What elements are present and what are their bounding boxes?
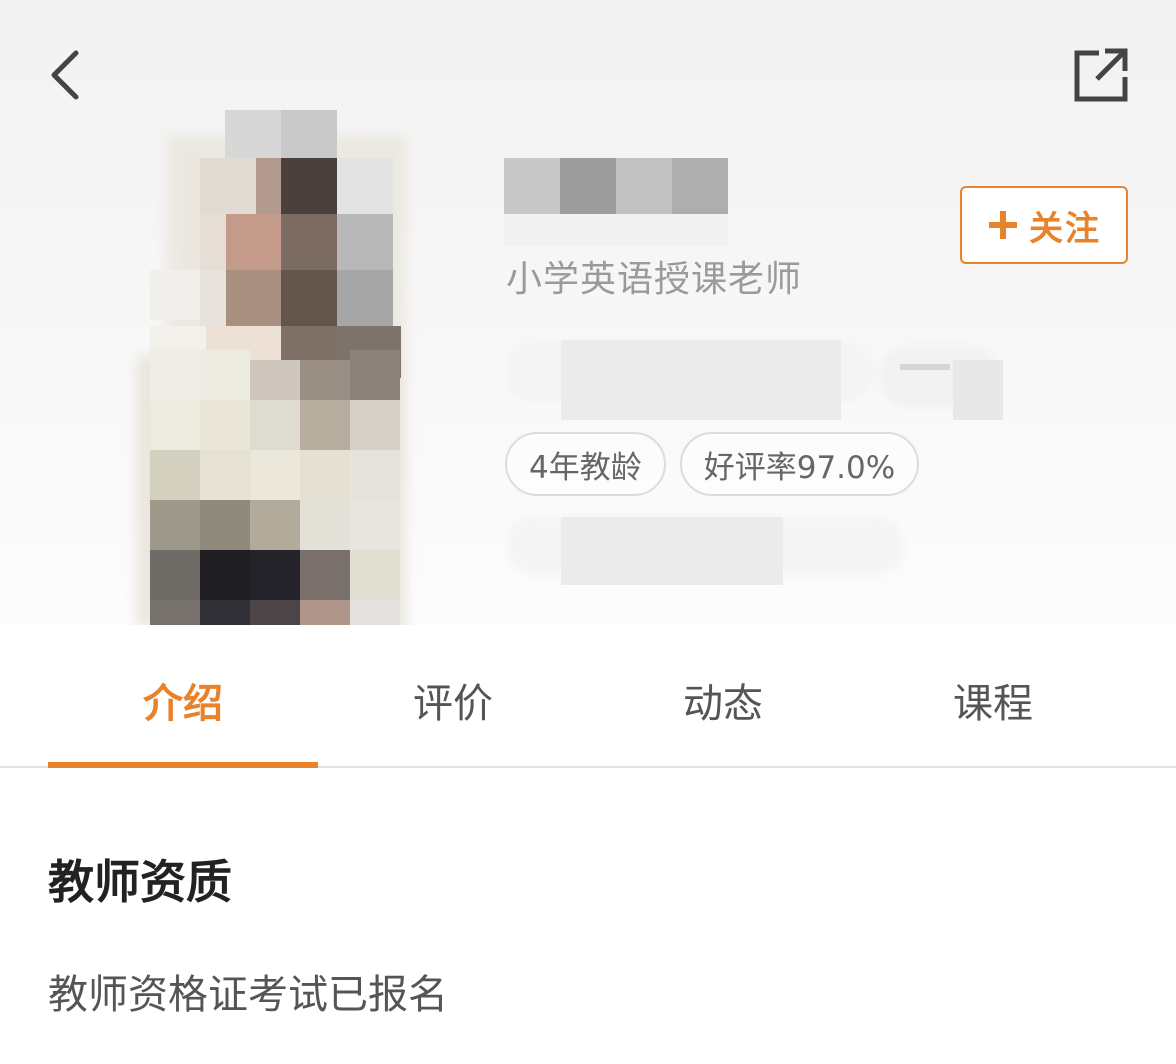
back-button[interactable] <box>36 40 96 110</box>
follow-label: 关注 <box>1029 208 1101 249</box>
chevron-left-icon <box>51 50 79 100</box>
teacher-photo <box>126 96 436 656</box>
share-button[interactable] <box>1066 40 1136 110</box>
tab-updates[interactable]: 动态 <box>588 625 858 768</box>
follow-button[interactable]: 关注 <box>960 186 1128 264</box>
teacher-profile-page: 小学英语授课老师 关注 4年教龄 好评率97.0% 介绍 评价 动态 课程 教师… <box>0 0 1176 1064</box>
share-external-icon <box>1074 48 1128 102</box>
section-title-qualification: 教师资质 <box>48 855 232 909</box>
tab-reviews[interactable]: 评价 <box>318 625 588 768</box>
tab-courses[interactable]: 课程 <box>858 625 1128 768</box>
rating-tag: 好评率97.0% <box>679 432 920 496</box>
teacher-name-redacted <box>504 158 734 246</box>
teacher-subtitle: 小学英语授课老师 <box>506 259 803 300</box>
redacted-info-row-2 <box>505 505 925 585</box>
teaching-years-tag: 4年教龄 <box>505 432 666 496</box>
teacher-tags: 4年教龄 好评率97.0% <box>505 432 920 496</box>
redacted-info-row <box>505 330 1015 430</box>
tab-intro[interactable]: 介绍 <box>48 625 318 768</box>
active-tab-indicator <box>48 762 318 768</box>
qualification-text: 教师资格证考试已报名 <box>48 972 448 1018</box>
plus-icon <box>989 211 1017 239</box>
profile-tabs: 介绍 评价 动态 课程 <box>0 625 1176 768</box>
